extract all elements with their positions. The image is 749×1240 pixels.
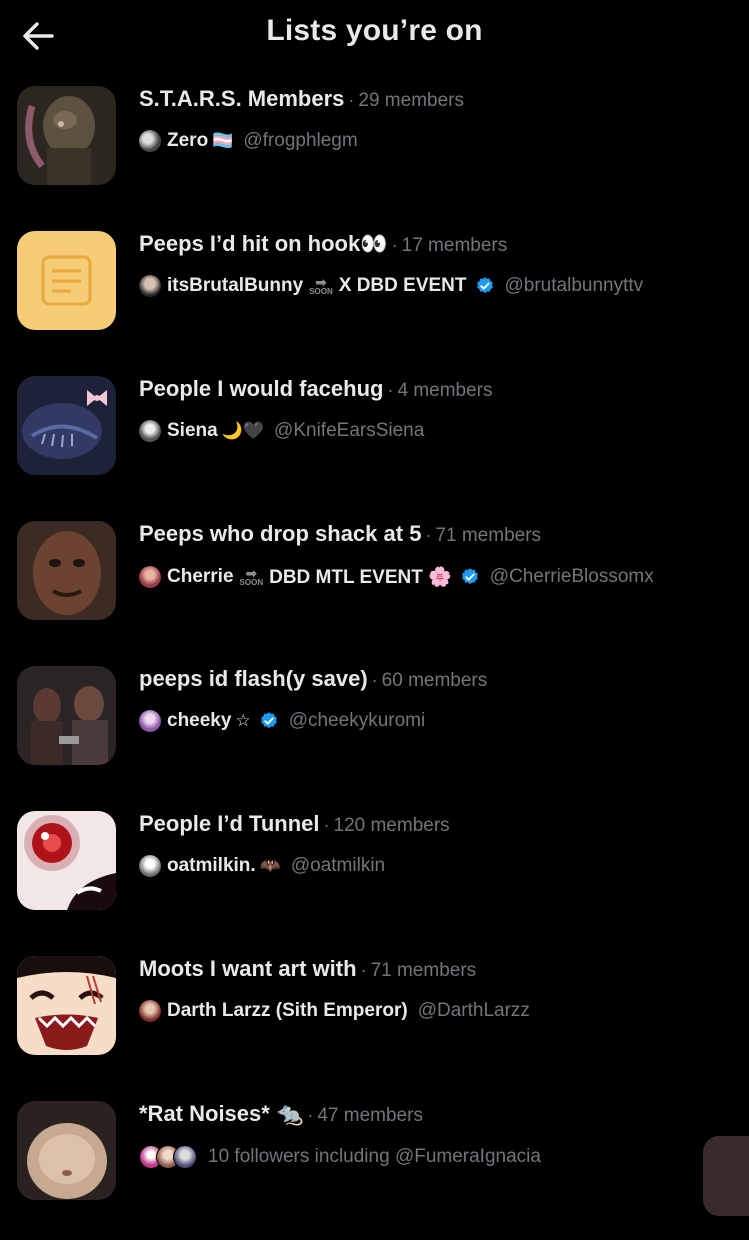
name-emoji: 🌙🖤	[221, 421, 265, 440]
list-thumbnail	[17, 811, 116, 910]
owner-name[interactable]: Darth Larzz (Sith Emperor)	[167, 1000, 408, 1022]
owner-handle[interactable]: @CherrieBlossomx	[490, 566, 654, 588]
verified-badge-icon	[461, 568, 478, 585]
list-name: People I would facehug	[139, 376, 384, 401]
floating-avatar[interactable]	[703, 1136, 749, 1216]
list-thumbnail	[17, 521, 116, 620]
owner-name-extra: X DBD EVENT	[338, 275, 467, 296]
member-count: 71 members	[435, 525, 542, 546]
list-document-icon	[17, 231, 116, 330]
owner-avatar[interactable]	[139, 566, 161, 588]
member-count: 120 members	[333, 815, 450, 836]
list-item[interactable]: Peeps who drop shack at 5 · 71 members Che…	[0, 515, 749, 660]
verified-badge-icon	[476, 277, 493, 294]
soon-arrow-icon: ➡ SOON	[309, 274, 333, 296]
list-name: peeps id flash(y save)	[139, 666, 368, 691]
member-count: 4 members	[397, 380, 493, 401]
soon-arrow-icon: ➡ SOON	[239, 565, 264, 587]
list-item[interactable]: People I’d Tunnel · 120 members oatmilkin.…	[0, 805, 749, 950]
page-title: Lists you’re on	[266, 14, 483, 47]
owner-name[interactable]: Zero	[167, 130, 208, 152]
list-item[interactable]: People I would facehug · 4 members Siena 🌙…	[0, 370, 749, 515]
name-emoji: 🦇	[259, 856, 281, 875]
owner-handle[interactable]: @cheekykuromi	[289, 710, 426, 732]
lists-container: S.T.A.R.S. Members · 29 members Zero 🏳️‍⚧️…	[0, 80, 749, 1240]
list-name: Peeps I’d hit on hook👀	[139, 231, 388, 256]
list-name: S.T.A.R.S. Members	[139, 86, 345, 111]
list-item[interactable]: Moots I want art with · 71 members Darth L…	[0, 950, 749, 1095]
follower-avatar	[173, 1145, 197, 1169]
owner-avatar[interactable]	[139, 710, 161, 732]
list-name: *Rat Noises* 🐀	[139, 1101, 304, 1126]
owner-avatar[interactable]	[139, 275, 161, 297]
followers-summary[interactable]: 10 followers including @FumeraIgnacia	[208, 1146, 541, 1168]
owner-handle[interactable]: @brutalbunnyttv	[505, 275, 644, 297]
member-count: 29 members	[358, 90, 464, 111]
owner-name[interactable]: cheeky	[167, 710, 231, 732]
list-thumbnail	[17, 1101, 116, 1200]
list-thumbnail	[17, 376, 116, 475]
list-thumbnail	[17, 231, 116, 330]
owner-avatar[interactable]	[139, 1000, 161, 1022]
member-count: 47 members	[317, 1105, 423, 1126]
owner-name[interactable]: Siena	[167, 420, 218, 442]
list-thumbnail	[17, 666, 116, 765]
name-emoji: 🏳️‍⚧️	[212, 131, 234, 150]
list-item[interactable]: peeps id flash(y save) · 60 members cheeky…	[0, 660, 749, 805]
list-name: Peeps who drop shack at 5	[139, 521, 422, 546]
owner-handle[interactable]: @frogphlegm	[243, 130, 357, 152]
member-count: 60 members	[381, 670, 488, 691]
owner-name[interactable]: oatmilkin.	[167, 855, 256, 877]
owner-avatar[interactable]	[139, 420, 161, 442]
list-thumbnail	[17, 86, 116, 185]
verified-badge-icon	[260, 712, 277, 729]
top-bar: Lists you’re on	[0, 0, 749, 72]
owner-avatar[interactable]	[139, 130, 161, 152]
owner-handle[interactable]: @KnifeEarsSiena	[274, 420, 424, 442]
owner-name[interactable]: itsBrutalBunny	[167, 275, 303, 297]
owner-avatar[interactable]	[139, 855, 161, 877]
name-emoji: ☆	[235, 711, 251, 730]
list-item[interactable]: Peeps I’d hit on hook👀 · 17 members itsBru…	[0, 225, 749, 370]
owner-handle[interactable]: @oatmilkin	[291, 855, 385, 877]
list-thumbnail	[17, 956, 116, 1055]
owner-name-extra: DBD MTL EVENT 🌸	[269, 567, 452, 588]
list-item[interactable]: S.T.A.R.S. Members · 29 members Zero 🏳️‍⚧️…	[0, 80, 749, 225]
member-count: 17 members	[401, 235, 508, 256]
owner-name[interactable]: Cherrie	[167, 566, 234, 588]
member-count: 71 members	[370, 960, 477, 981]
follower-avatars[interactable]	[139, 1145, 197, 1169]
owner-handle[interactable]: @DarthLarzz	[418, 1000, 530, 1022]
list-item[interactable]: *Rat Noises* 🐀 · 47 members 10 followers i…	[0, 1095, 749, 1240]
list-name: Moots I want art with	[139, 956, 357, 981]
list-name: People I’d Tunnel	[139, 811, 320, 836]
